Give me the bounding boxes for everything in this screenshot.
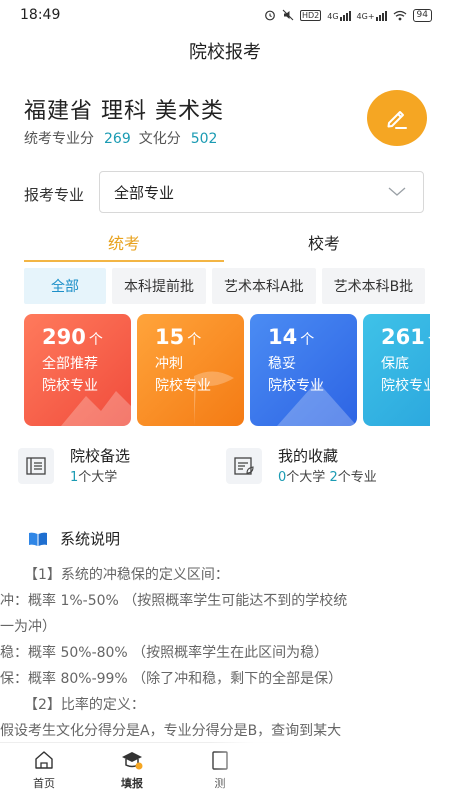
score-line: 统考专业分 269 文化分 502: [24, 128, 225, 148]
favorites-title: 我的收藏: [278, 447, 339, 465]
culture-score-label: 文化分: [138, 131, 181, 147]
card-label: 全部推荐: [42, 356, 98, 372]
nav-apply[interactable]: 填报: [88, 743, 176, 800]
graduation-cap-icon: [122, 752, 143, 770]
chip-art-undergrad-a[interactable]: 艺术本科A批: [212, 268, 316, 304]
book-icon: [29, 532, 47, 546]
favorites-major-count: 2: [329, 470, 338, 485]
alarm-icon: [265, 10, 275, 21]
home-icon: [35, 751, 53, 769]
description-line: 稳：概率 50%-80% （按照概率学生在此区间为稳）: [0, 645, 329, 661]
description-line: 【2】比率的定义：: [24, 697, 145, 713]
profile-summary: 福建省 理科 美术类: [24, 99, 224, 124]
wifi-icon: [393, 10, 406, 20]
tab-unified-exam[interactable]: 统考: [24, 230, 224, 262]
description-line: 【1】系统的冲稳保的定义区间：: [24, 567, 229, 583]
card-label: 保底: [381, 356, 409, 372]
favorite-doc-icon: [226, 448, 262, 484]
major-score-label: 统考专业分: [24, 131, 94, 147]
description-line: 一为冲）: [0, 619, 56, 635]
chevron-down-icon: [388, 187, 406, 196]
recommendation-cards: 290 个 全部推荐 院校专业 15 个 冲刺 院校专业 14 个 稳妥 院校专业 2…: [24, 314, 430, 426]
card-count: 14: [268, 325, 298, 349]
signal-4g-icon: 4G: [327, 10, 351, 21]
card-label: 稳妥: [268, 356, 296, 372]
card-safe[interactable]: 14 个 稳妥 院校专业: [250, 314, 357, 426]
mute-icon: [282, 9, 294, 21]
description-line: 保：概率 80%-99% （除了冲和稳，剩下的全部是保）: [0, 671, 343, 687]
culture-score-value: 502: [190, 131, 218, 147]
signal-4g-plus-icon: 4G+: [357, 10, 387, 21]
major-filter-label: 报考专业: [24, 186, 85, 204]
chip-art-undergrad-b[interactable]: 艺术本科B批: [321, 268, 426, 304]
app-screen: 18:49 HD2 4G 4G+ 94 院校报考 福建省 理科 美术类 统考专业…: [0, 0, 450, 800]
card-count: 290: [42, 325, 86, 349]
chip-all[interactable]: 全部: [24, 268, 106, 304]
list-icon: [18, 448, 54, 484]
battery-indicator: 94: [412, 8, 432, 22]
flag-decoration-icon: [194, 371, 234, 426]
chip-undergrad-early[interactable]: 本科提前批: [112, 268, 206, 304]
major-select[interactable]: 全部专业: [99, 171, 424, 213]
status-time: 18:49: [20, 7, 61, 23]
pencil-icon: [387, 111, 407, 129]
major-score-value: 269: [104, 131, 131, 147]
system-description-header: 系统说明: [28, 528, 120, 549]
edit-profile-button[interactable]: [367, 90, 427, 146]
system-description-title: 系统说明: [60, 530, 121, 548]
nav-fade-overlay: [210, 742, 450, 800]
candidates-shortcut[interactable]: 院校备选 1个大学: [18, 445, 130, 493]
card-safety-net[interactable]: 261个 保底 院校专业: [363, 314, 430, 426]
batch-filter-chips: 全部 本科提前批 艺术本科A批 艺术本科B批: [24, 268, 430, 304]
page-title: 院校报考: [189, 42, 261, 63]
major-select-value: 全部专业: [114, 183, 175, 202]
description-line: 冲：概率 1%-50% （按照概率学生可能达不到的学校统: [0, 593, 348, 609]
card-count: 15: [155, 325, 185, 349]
mountain-decoration-icon: [277, 381, 357, 426]
exam-type-tabs: 统考 校考: [24, 230, 424, 262]
card-reach[interactable]: 15 个 冲刺 院校专业: [137, 314, 244, 426]
tab-school-exam[interactable]: 校考: [224, 230, 424, 262]
system-description-text: 【1】系统的冲稳保的定义区间： 冲：概率 1%-50% （按照概率学生可能达不到…: [0, 562, 444, 744]
status-bar: 18:49 HD2 4G 4G+ 94: [0, 0, 450, 30]
hills-decoration-icon: [61, 391, 131, 426]
nav-home[interactable]: 首页: [0, 743, 88, 800]
card-count: 261: [381, 325, 425, 349]
card-sub-label: 院校专业: [381, 378, 430, 394]
candidates-title: 院校备选: [70, 447, 131, 465]
card-all-recommended[interactable]: 290 个 全部推荐 院校专业: [24, 314, 131, 426]
status-icons: HD2 4G 4G+ 94: [264, 8, 432, 22]
hd-icon: HD2: [299, 9, 322, 21]
favorites-shortcut[interactable]: 我的收藏 0个大学 2个专业: [226, 445, 377, 493]
description-line: 假设考生文化分得分是A，专业分得分是B，查询到某大: [0, 723, 342, 739]
